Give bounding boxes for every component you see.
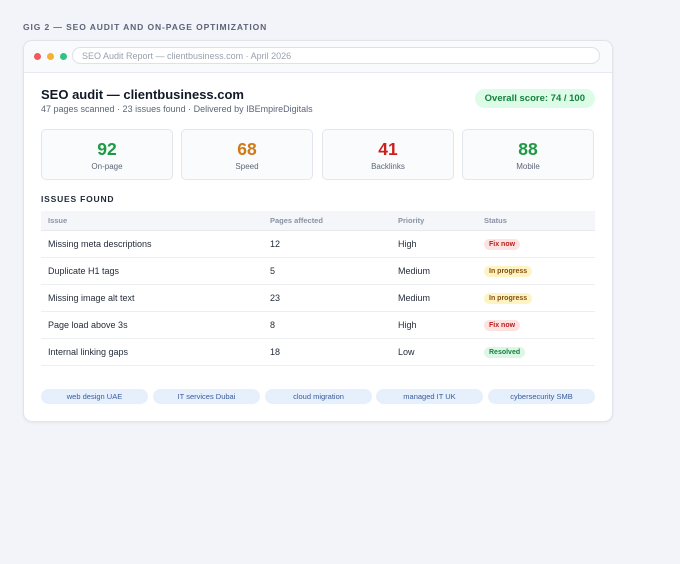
metric-value: 68 [237,139,257,159]
overall-score-badge: Overall score: 74 / 100 [474,89,595,108]
metric-value: 88 [518,139,538,159]
priority-cell: Low [391,338,477,366]
status-badge: In progress [484,266,533,277]
pages-cell: 12 [263,230,391,258]
priority-cell: High [391,311,477,339]
issues-section-title: ISSUES FOUND [41,194,115,204]
metric-label: Mobile [516,162,540,171]
column-header-priority: Priority [391,211,477,231]
gig-label: GIG 2 — SEO AUDIT AND ON-PAGE OPTIMIZATI… [23,22,268,32]
keyword-tags: web design UAE IT services Dubai cloud m… [41,389,595,404]
status-cell: In progress [477,284,595,312]
issue-cell: Missing image alt text [41,284,263,312]
table-row[interactable]: Missing meta descriptions 12 High Fix no… [41,230,595,258]
maximize-dot-icon[interactable] [60,53,67,60]
minimize-dot-icon[interactable] [47,53,54,60]
issue-cell: Page load above 3s [41,311,263,339]
pages-cell: 18 [263,338,391,366]
report-subtitle: 47 pages scanned · 23 issues found · Del… [41,104,313,114]
metric-label: On-page [91,162,123,171]
table-row[interactable]: Page load above 3s 8 High Fix now [41,311,595,339]
status-badge: Resolved [484,347,526,358]
priority-cell: High [391,230,477,258]
column-header-issue: Issue [41,211,263,231]
table-header-row: Issue Pages affected Priority Status [41,211,595,231]
table-row[interactable]: Missing image alt text 23 Medium In prog… [41,284,595,312]
keyword-tag[interactable]: web design UAE [41,389,148,404]
metric-value: 92 [97,139,117,159]
issues-table: Issue Pages affected Priority Status Mis… [41,211,595,366]
column-header-pages: Pages affected [263,211,391,231]
table-row[interactable]: Duplicate H1 tags 5 Medium In progress [41,257,595,285]
issue-cell: Duplicate H1 tags [41,257,263,285]
status-cell: Fix now [477,230,595,258]
keyword-tag[interactable]: cloud migration [265,389,372,404]
metric-value: 41 [378,139,398,159]
pages-cell: 8 [263,311,391,339]
column-header-status: Status [477,211,595,231]
priority-cell: Medium [391,257,477,285]
keyword-tag[interactable]: managed IT UK [376,389,483,404]
status-cell: Resolved [477,338,595,366]
pages-cell: 23 [263,284,391,312]
table-row[interactable]: Internal linking gaps 18 Low Resolved [41,338,595,366]
status-badge: In progress [484,293,533,304]
keyword-tag[interactable]: IT services Dubai [153,389,260,404]
metric-card-backlinks: 41 Backlinks [322,129,454,180]
status-cell: In progress [477,257,595,285]
report-title: SEO audit — clientbusiness.com [41,87,244,102]
metric-label: Speed [235,162,259,171]
status-badge: Fix now [484,239,521,250]
browser-window: SEO Audit Report — clientbusiness.com · … [23,40,613,422]
metric-card-mobile: 88 Mobile [462,129,594,180]
address-bar[interactable]: SEO Audit Report — clientbusiness.com · … [72,47,600,64]
metric-card-on-page: 92 On-page [41,129,173,180]
issue-cell: Internal linking gaps [41,338,263,366]
metric-label: Backlinks [371,162,405,171]
status-badge: Fix now [484,320,521,331]
window-chrome: SEO Audit Report — clientbusiness.com · … [24,41,612,73]
metric-card-speed: 68 Speed [181,129,313,180]
issue-cell: Missing meta descriptions [41,230,263,258]
status-cell: Fix now [477,311,595,339]
close-dot-icon[interactable] [34,53,41,60]
priority-cell: Medium [391,284,477,312]
keyword-tag[interactable]: cybersecurity SMB [488,389,595,404]
pages-cell: 5 [263,257,391,285]
